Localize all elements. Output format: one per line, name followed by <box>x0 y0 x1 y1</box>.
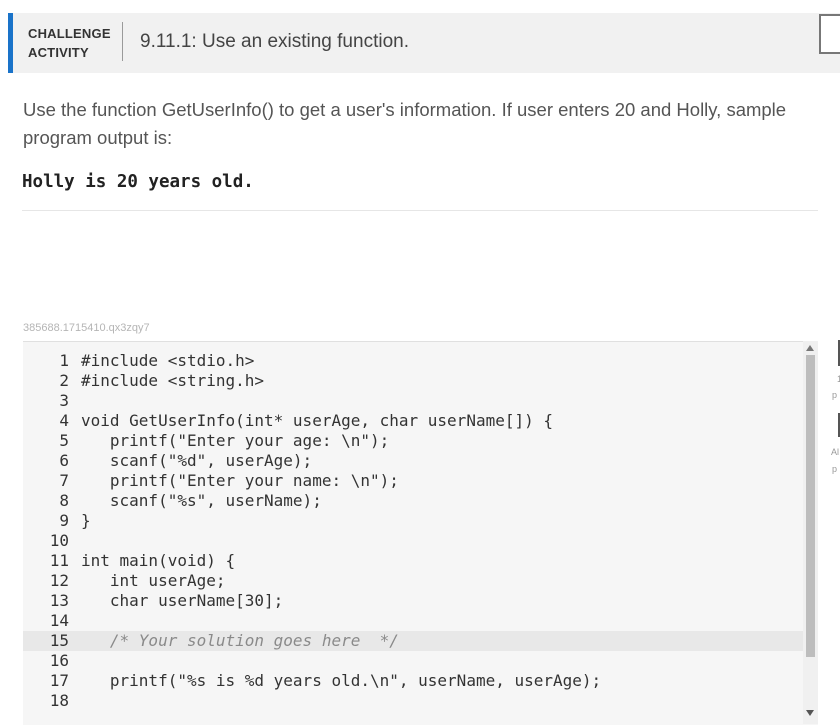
code-text[interactable]: scanf("%s", userName); <box>81 491 322 510</box>
line-number: 4 <box>59 411 69 430</box>
header-divider <box>122 22 123 61</box>
side-text-3: Al <box>831 447 840 457</box>
code-text[interactable]: int userAge; <box>81 571 226 590</box>
line-number: 2 <box>59 371 69 390</box>
line-number: 13 <box>49 591 69 610</box>
code-line[interactable]: 15 /* Your solution goes here */ <box>23 631 803 651</box>
line-number: 8 <box>59 491 69 510</box>
challenge-header: CHALLENGE ACTIVITY 9.11.1: Use an existi… <box>8 13 840 73</box>
code-line[interactable]: 12 int userAge; <box>23 571 803 591</box>
code-line[interactable]: 8 scanf("%s", userName); <box>23 491 803 511</box>
code-text[interactable]: int main(void) { <box>81 551 235 570</box>
code-line[interactable]: 7 printf("Enter your name: \n"); <box>23 471 803 491</box>
code-line[interactable]: 11 int main(void) { <box>23 551 803 571</box>
line-number: 9 <box>59 511 69 530</box>
line-number: 6 <box>59 451 69 470</box>
code-line[interactable]: 2 #include <string.h> <box>23 371 803 391</box>
code-text[interactable]: } <box>81 511 91 530</box>
line-number: 15 <box>49 631 69 650</box>
code-text[interactable]: #include <stdio.h> <box>81 351 254 370</box>
code-line[interactable]: 13 char userName[30]; <box>23 591 803 611</box>
activity-title: 9.11.1: Use an existing function. <box>140 31 409 52</box>
code-editor[interactable]: 1 #include <stdio.h> 2 #include <string.h> 3… <box>23 341 818 725</box>
line-number: 10 <box>49 531 69 550</box>
challenge-activity-label: CHALLENGE ACTIVITY <box>28 24 114 62</box>
line-number: 18 <box>49 691 69 710</box>
code-line[interactable]: 4 void GetUserInfo(int* userAge, char use… <box>23 411 803 431</box>
activity-id: 385688.1715410.qx3zqy7 <box>23 322 150 334</box>
side-panel: 1 p Al p <box>824 330 840 480</box>
code-line[interactable]: 10 <box>23 531 803 551</box>
scroll-up-arrow-icon[interactable] <box>806 345 814 351</box>
code-text[interactable]: void GetUserInfo(int* userAge, char user… <box>81 411 553 430</box>
code-line[interactable]: 18 <box>23 691 803 711</box>
line-number: 11 <box>49 551 69 570</box>
side-text-4: p <box>832 464 838 474</box>
line-number: 7 <box>59 471 69 490</box>
code-line[interactable]: 9} <box>23 511 803 531</box>
code-text[interactable]: #include <string.h> <box>81 371 264 390</box>
completion-checkbox[interactable] <box>819 14 840 54</box>
code-text[interactable]: char userName[30]; <box>81 591 283 610</box>
scroll-thumb[interactable] <box>806 355 815 657</box>
code-line[interactable]: 5 printf("Enter your age: \n"); <box>23 431 803 451</box>
scroll-down-arrow-icon[interactable] <box>806 710 814 716</box>
code-line[interactable]: 14 <box>23 611 803 631</box>
code-line[interactable]: 17 printf("%s is %d years old.\n", userN… <box>23 671 803 691</box>
code-text[interactable]: printf("%s is %d years old.\n", userName… <box>81 671 601 690</box>
line-number: 16 <box>49 651 69 670</box>
line-number: 1 <box>59 351 69 370</box>
section-divider <box>22 210 818 211</box>
instructions-text: Use the function GetUserInfo() to get a … <box>23 99 787 148</box>
code-line[interactable]: 1 #include <stdio.h> <box>23 351 803 371</box>
code-text[interactable]: printf("Enter your name: \n"); <box>81 471 399 490</box>
line-number: 12 <box>49 571 69 590</box>
code-line[interactable]: 16 <box>23 651 803 671</box>
line-number: 14 <box>49 611 69 630</box>
line-number: 3 <box>59 391 69 410</box>
code-text[interactable]: scanf("%d", userAge); <box>81 451 312 470</box>
sample-output: Holly is 20 years old. <box>22 172 254 192</box>
label-line-1: CHALLENGE <box>28 26 111 41</box>
code-line[interactable]: 6 scanf("%d", userAge); <box>23 451 803 471</box>
side-text-2: p <box>832 390 838 400</box>
code-text[interactable]: /* Your solution goes here */ <box>81 631 399 650</box>
line-number: 17 <box>49 671 69 690</box>
code-line[interactable]: 3 <box>23 391 803 411</box>
code-text[interactable]: printf("Enter your age: \n"); <box>81 431 389 450</box>
line-number: 5 <box>59 431 69 450</box>
code-lines[interactable]: 1 #include <stdio.h> 2 #include <string.h> 3… <box>23 351 803 711</box>
label-line-2: ACTIVITY <box>28 45 89 60</box>
editor-scrollbar[interactable] <box>803 341 818 724</box>
